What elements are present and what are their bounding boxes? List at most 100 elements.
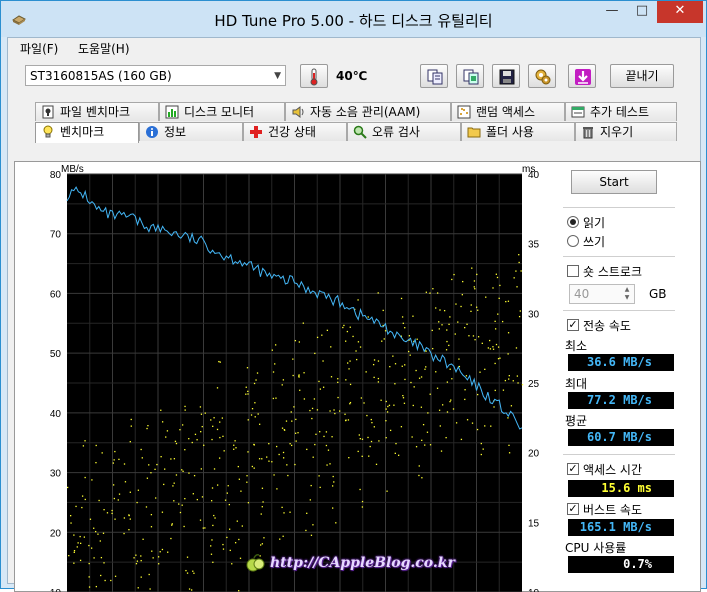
tab-extra-tests[interactable]: 추가 테스트	[565, 102, 677, 121]
spin-up-icon[interactable]: ▲	[621, 286, 633, 294]
tab-random-access[interactable]: 랜덤 액세스	[451, 102, 565, 121]
access-time-point	[246, 481, 248, 483]
short-stroke-checkbox[interactable]	[567, 265, 579, 277]
access-time-point	[377, 381, 380, 383]
access-time-point	[192, 570, 194, 572]
options-button[interactable]	[528, 64, 556, 88]
access-time-point	[492, 346, 494, 348]
save-button[interactable]	[492, 64, 520, 88]
access-time-point	[303, 372, 305, 374]
close-button[interactable]: ✕	[657, 1, 703, 23]
tab-file-benchmark[interactable]: 파일 벤치마크	[35, 102, 159, 121]
left-tick-label: 50	[50, 349, 62, 360]
access-time-point	[332, 507, 334, 509]
temperature-button[interactable]	[300, 64, 328, 88]
access-time-point	[398, 454, 400, 456]
access-time-point	[241, 525, 243, 527]
access-time-point	[185, 569, 187, 572]
menu-help[interactable]: 도움말(H)	[78, 40, 130, 57]
access-time-point	[464, 326, 466, 329]
access-time-point	[256, 372, 259, 374]
access-time-point	[449, 368, 451, 370]
access-time-point	[438, 321, 440, 323]
download-button[interactable]	[568, 64, 596, 88]
read-radio[interactable]	[567, 216, 579, 228]
access-time-point	[247, 390, 249, 393]
access-time-point	[477, 309, 479, 311]
tab-benchmark[interactable]: 벤치마크	[35, 122, 139, 143]
access-time-point	[367, 436, 369, 439]
access-time-point	[518, 315, 521, 318]
right-axis-unit: ms	[522, 164, 535, 175]
access-time-point	[173, 458, 176, 460]
tab-error-scan[interactable]: 오류 검사	[347, 122, 461, 141]
access-time-point	[357, 450, 359, 453]
access-time-point	[415, 446, 418, 448]
access-time-point	[191, 441, 193, 444]
tab-erase[interactable]: 지우기	[575, 122, 677, 141]
tab-info[interactable]: 정보	[139, 122, 243, 141]
access-time-point	[81, 506, 83, 509]
access-time-point	[490, 425, 492, 427]
access-time-point	[129, 441, 131, 443]
access-time-point	[212, 524, 214, 527]
access-time-point	[210, 553, 213, 555]
access-time-point	[159, 551, 161, 553]
access-time-point	[359, 438, 361, 440]
copy-text-button[interactable]	[420, 64, 448, 88]
access-time-point	[218, 457, 221, 459]
copy-text-icon	[427, 69, 443, 85]
access-time-point	[368, 455, 370, 457]
access-time-point	[443, 309, 446, 312]
access-time-point	[361, 506, 364, 508]
tab-health[interactable]: 건강 상태	[243, 122, 347, 141]
access-time-point	[359, 488, 361, 491]
access-time-point	[375, 463, 378, 465]
tab-disk-monitor[interactable]: 디스크 모니터	[159, 102, 285, 121]
minimize-button[interactable]: —	[597, 1, 627, 23]
access-time-point	[293, 406, 295, 408]
title-bar[interactable]: HD Tune Pro 5.00 - 하드 디스크 유틸리티 — □ ✕	[1, 1, 706, 37]
access-time-point	[385, 437, 387, 439]
short-stroke-spinner[interactable]: 40 ▲ ▼	[569, 284, 635, 304]
start-button[interactable]: Start	[571, 170, 657, 194]
tab-aam[interactable]: 자동 소음 관리(AAM)	[285, 102, 451, 121]
access-time-point	[247, 419, 249, 421]
drive-select[interactable]: ST3160815AS (160 GB) ▼	[25, 65, 286, 86]
access-time-point	[292, 358, 294, 360]
access-time-point	[425, 291, 427, 293]
access-time-point	[519, 310, 521, 312]
burst-checkbox[interactable]: ✓	[567, 503, 579, 515]
access-time-point	[310, 534, 313, 536]
access-time-point	[278, 453, 280, 456]
access-time-point	[114, 450, 116, 453]
access-time-point	[468, 335, 470, 337]
write-radio[interactable]	[567, 235, 579, 247]
access-time-point	[418, 474, 420, 477]
access-time-point	[289, 443, 291, 445]
exit-button[interactable]: 끝내기	[610, 64, 674, 88]
access-time-checkbox[interactable]: ✓	[567, 463, 579, 475]
chart-grid	[67, 173, 522, 592]
access-time-point	[291, 420, 293, 422]
access-time-point	[274, 344, 277, 346]
access-time-point	[154, 468, 156, 471]
copy-screenshot-button[interactable]	[456, 64, 484, 88]
access-time-point	[515, 347, 518, 349]
health-cross-icon	[250, 126, 262, 138]
access-time-point	[236, 520, 238, 522]
speaker-icon	[292, 106, 304, 118]
access-time-point	[257, 413, 259, 415]
transfer-checkbox[interactable]: ✓	[567, 319, 579, 331]
tab-folder-usage[interactable]: 폴더 사용	[461, 122, 575, 141]
maximize-button[interactable]: □	[627, 1, 657, 23]
left-axis-unit: MB/s	[61, 164, 84, 175]
burst-label: 버스트 속도	[583, 503, 643, 517]
access-time-point	[239, 557, 242, 559]
access-time-point	[226, 492, 228, 494]
access-time-point	[314, 443, 316, 446]
spin-down-icon[interactable]: ▼	[621, 294, 633, 302]
access-time-point	[231, 563, 233, 565]
access-time-point	[363, 402, 365, 404]
menu-file[interactable]: 파일(F)	[20, 40, 58, 57]
